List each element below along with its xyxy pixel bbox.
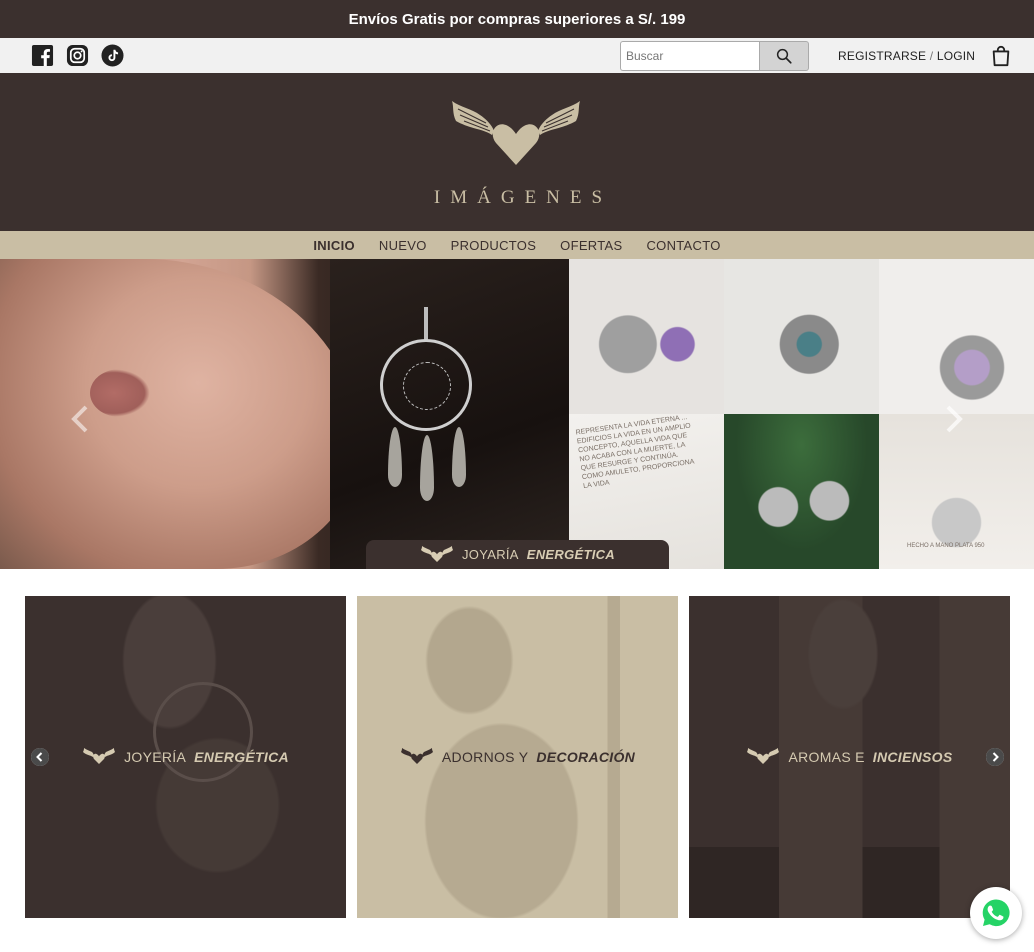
hero-prev-arrow[interactable] <box>68 404 92 434</box>
chevron-left-icon <box>31 748 49 766</box>
whatsapp-button[interactable] <box>970 887 1022 939</box>
category-prefix: JOYERÍA <box>124 749 187 765</box>
announcement-text: Envíos Gratis por compras superiores a S… <box>348 10 686 28</box>
brand-name: IMÁGENES <box>433 187 613 208</box>
login-separator: / <box>926 49 937 63</box>
search-box <box>620 41 809 71</box>
announcement-bar: Envíos Gratis por compras superiores a S… <box>0 0 1034 38</box>
product-photo-locket-teal <box>724 259 879 414</box>
account-link[interactable]: REGISTRARSE / LOGIN <box>838 49 975 63</box>
nav-item-ofertas[interactable]: OFERTAS <box>560 238 622 253</box>
social-links <box>31 44 124 67</box>
hero-caption-prefix: JOYARÍA <box>462 547 519 562</box>
chevron-right-icon <box>986 748 1004 766</box>
login-link[interactable]: LOGIN <box>937 49 975 63</box>
category-card-aromas[interactable]: AROMAS E INCIENSOS <box>689 596 1010 918</box>
medallion-card-text: HECHO A MANO PLATA 950 <box>907 543 985 549</box>
product-photo-winged-heart-pendant <box>879 259 1034 414</box>
chevron-right-icon <box>946 405 963 433</box>
hero-caption[interactable]: JOYARÍA ENERGÉTICA <box>366 540 669 569</box>
category-label: ADORNOS Y DECORACIÓN <box>400 748 635 766</box>
instagram-icon[interactable] <box>66 44 89 67</box>
category-prefix: ADORNOS Y <box>441 749 529 765</box>
shopping-bag-icon[interactable] <box>990 45 1012 67</box>
winged-heart-icon <box>400 748 433 764</box>
search-button[interactable] <box>759 41 809 71</box>
category-label: AROMAS E INCIENSOS <box>746 748 952 766</box>
category-bold: ENERGÉTICA <box>194 749 289 765</box>
hero-next-arrow[interactable] <box>942 404 966 434</box>
product-photo-medallion: HECHO A MANO PLATA 950 <box>879 414 1034 569</box>
search-input[interactable] <box>620 41 759 71</box>
nav-item-contacto[interactable]: CONTACTO <box>646 238 720 253</box>
nav-item-productos[interactable]: PRODUCTOS <box>451 238 537 253</box>
category-bold: INCIENSOS <box>872 749 953 765</box>
main-nav: INICIO NUEVO PRODUCTOS OFERTAS CONTACTO <box>0 231 1034 259</box>
product-photo-filigree-earrings <box>724 414 879 569</box>
site-header: IMÁGENES <box>0 73 1034 231</box>
search-icon <box>776 48 792 64</box>
category-label: JOYERÍA ENERGÉTICA <box>82 748 289 766</box>
nav-item-nuevo[interactable]: NUEVO <box>379 238 427 253</box>
category-prev-button[interactable] <box>31 748 49 766</box>
winged-heart-icon <box>83 748 116 764</box>
product-photo-locket-purple <box>569 259 724 414</box>
logo-winged-heart-icon[interactable] <box>446 99 586 169</box>
category-carousel: JOYERÍA ENERGÉTICA ADORNOS Y DECORACIÓN AR… <box>25 596 1011 918</box>
category-bold: DECORACIÓN <box>536 749 636 765</box>
category-card-adornos[interactable]: ADORNOS Y DECORACIÓN <box>357 596 678 918</box>
category-card-joyeria[interactable]: JOYERÍA ENERGÉTICA <box>25 596 346 918</box>
category-prefix: AROMAS E <box>788 749 865 765</box>
register-link[interactable]: REGISTRARSE <box>838 49 926 63</box>
category-next-button[interactable] <box>986 748 1004 766</box>
utility-bar: REGISTRARSE / LOGIN <box>0 38 1034 73</box>
chevron-left-icon <box>71 405 88 433</box>
tiktok-icon[interactable] <box>101 44 124 67</box>
hero-caption-bold: ENERGÉTICA <box>526 547 615 562</box>
dreamcatcher-earring <box>380 339 472 431</box>
ankh-card-text: REPRESENTA LA VIDA ETERNA ... EDIFICIOS … <box>575 414 695 491</box>
nav-item-inicio[interactable]: INICIO <box>313 238 355 253</box>
hero-slider: REPRESENTA LA VIDA ETERNA ... EDIFICIOS … <box>0 259 1034 569</box>
winged-heart-icon <box>747 748 780 764</box>
winged-heart-icon <box>421 545 453 562</box>
facebook-icon[interactable] <box>31 44 54 67</box>
whatsapp-icon <box>982 899 1010 927</box>
